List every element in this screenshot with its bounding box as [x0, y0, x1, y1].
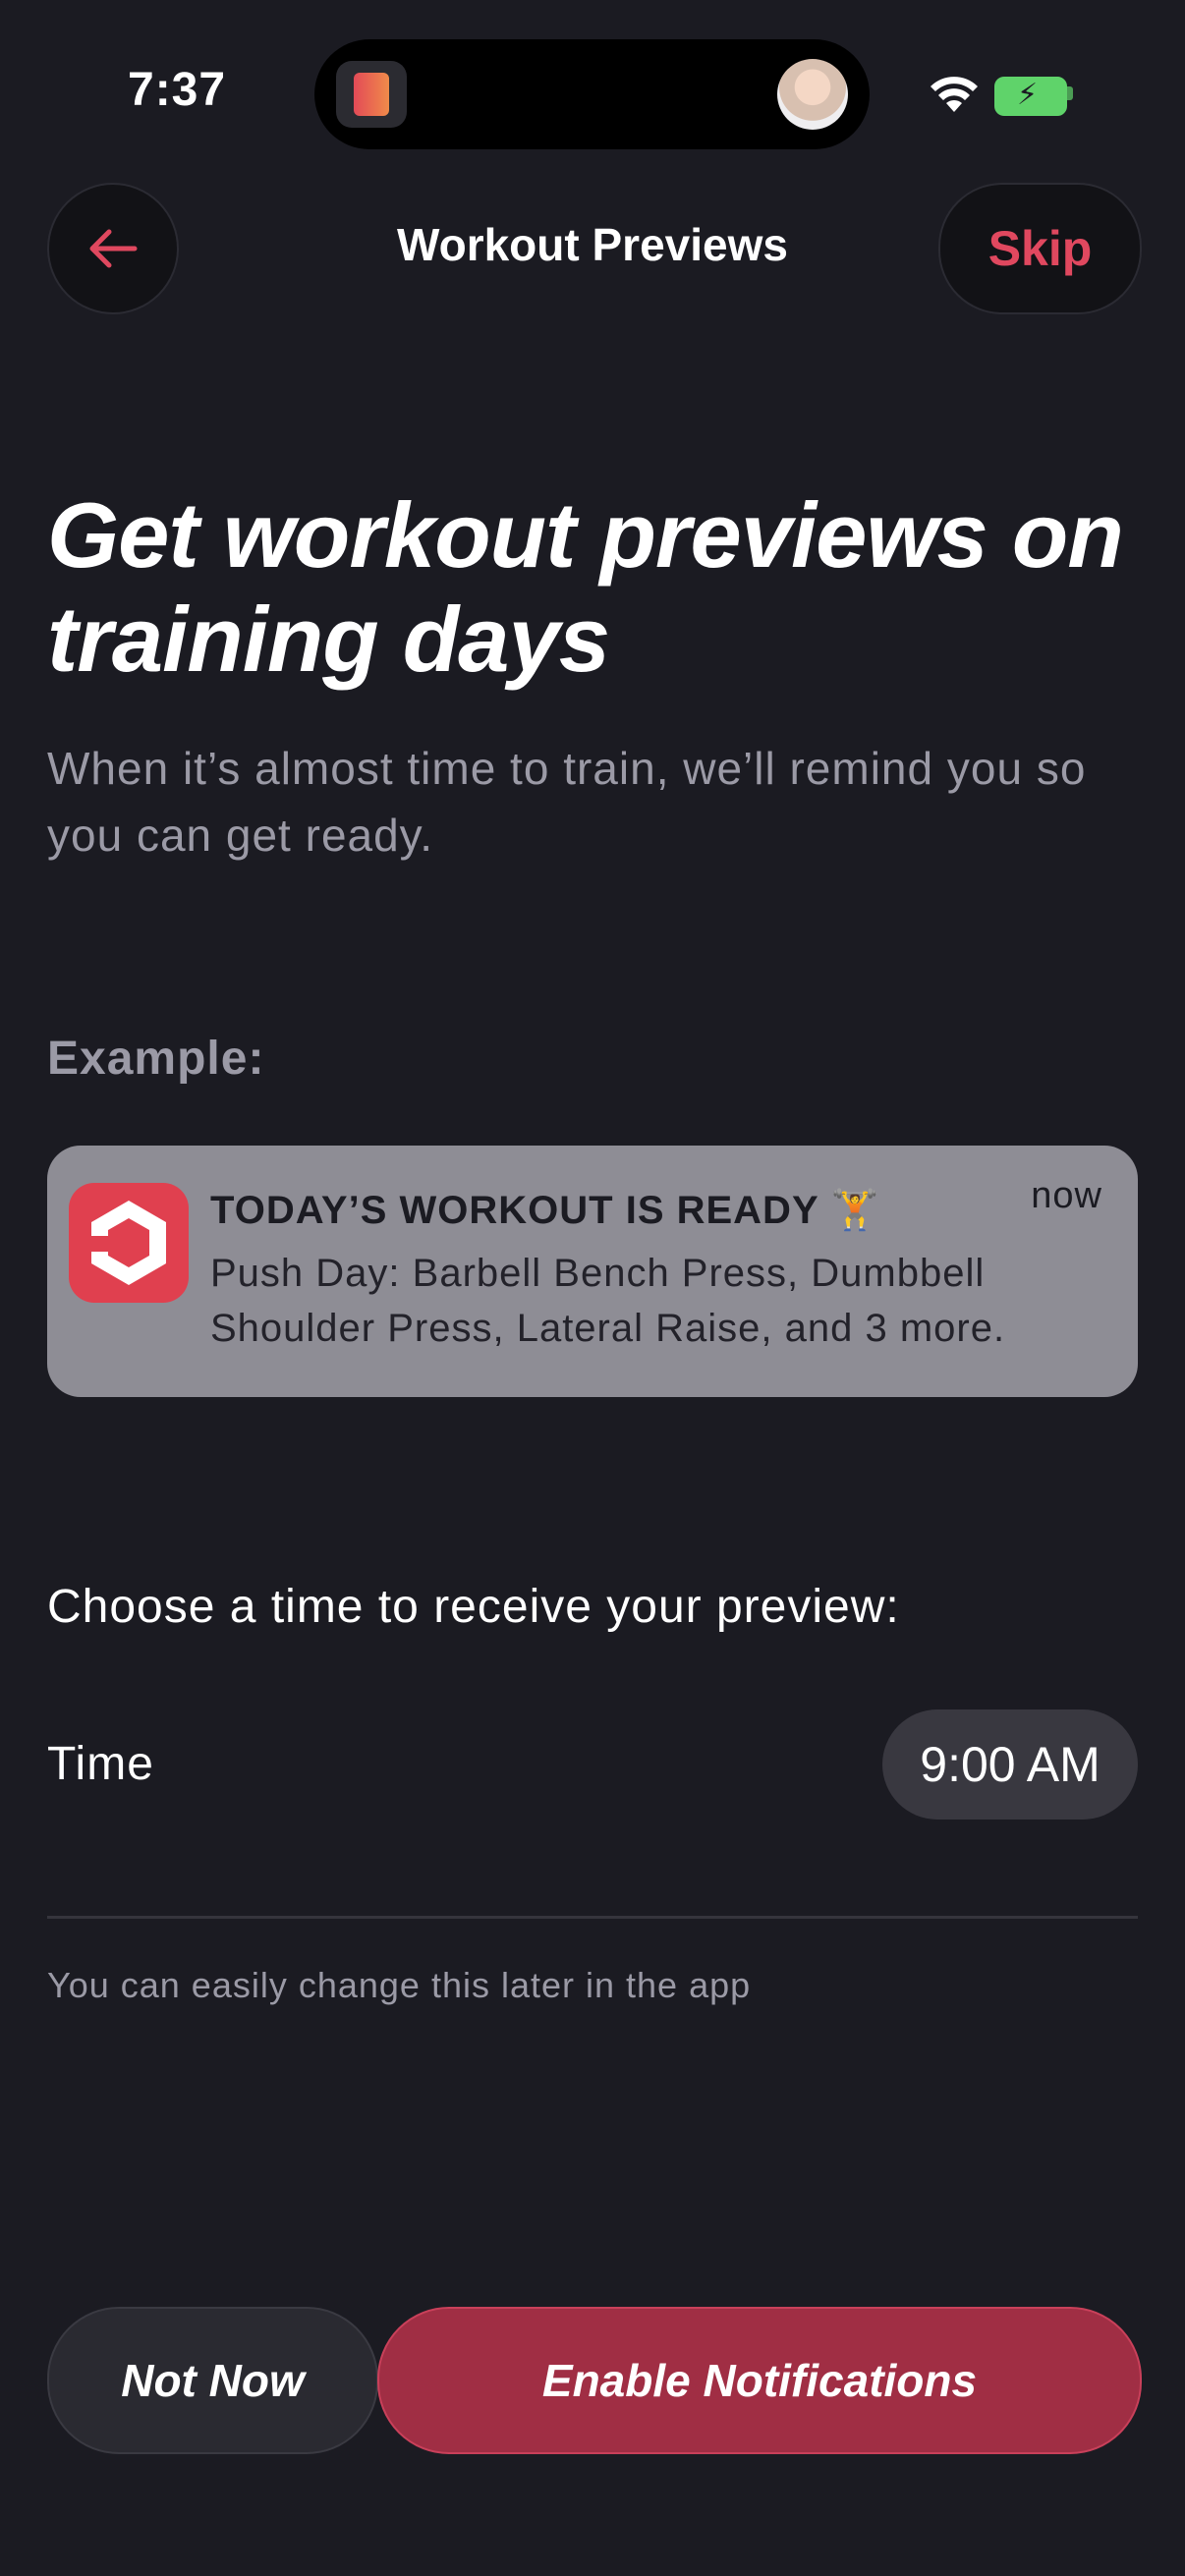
not-now-button[interactable]: Not Now: [47, 2307, 378, 2454]
battery-nub: [1067, 86, 1073, 100]
status-time: 7:37: [128, 64, 227, 116]
enable-notifications-button[interactable]: Enable Notifications: [377, 2307, 1142, 2454]
wifi-icon: [931, 77, 978, 112]
avatar: [777, 59, 848, 130]
hero-subtitle: When it’s almost time to train, we’ll re…: [47, 743, 1087, 861]
hero-title: Get workout previews on training days: [47, 483, 1124, 691]
hint-text: You can easily change this later in the …: [47, 1965, 752, 2005]
divider: [47, 1916, 1138, 1919]
notification-body: Push Day: Barbell Bench Press, Dumbbell …: [210, 1252, 1006, 1350]
battery-charging-icon: ⚡: [994, 77, 1067, 116]
time-picker[interactable]: 9:00 AM: [882, 1709, 1138, 1820]
notification-time: now: [1031, 1175, 1102, 1216]
notification-preview: TODAY’S WORKOUT IS READY 🏋 now Push Day:…: [47, 1146, 1138, 1397]
dynamic-island: [314, 39, 870, 149]
app-logo-icon: [69, 1183, 189, 1303]
time-label: Time: [47, 1738, 154, 1790]
example-label: Example:: [47, 1033, 265, 1085]
app-activity-icon: [336, 61, 407, 128]
notification-title: TODAY’S WORKOUT IS READY 🏋: [210, 1189, 880, 1232]
time-prompt: Choose a time to receive your preview:: [47, 1581, 900, 1633]
skip-button[interactable]: Skip: [938, 183, 1142, 314]
